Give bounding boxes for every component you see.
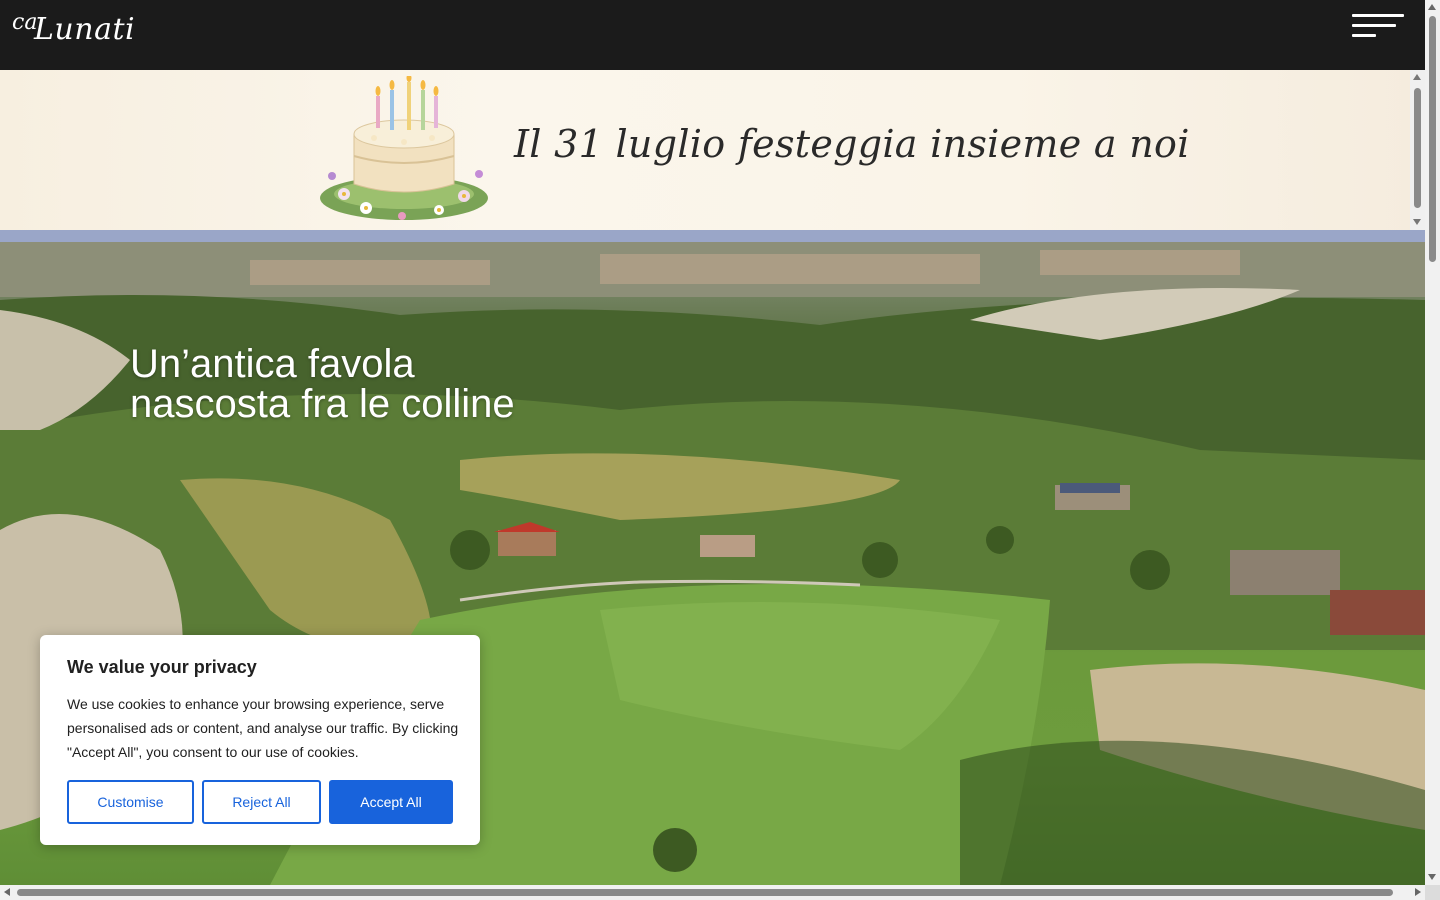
scroll-left-arrow-icon[interactable]	[4, 888, 10, 896]
logo-name: Lunati	[34, 12, 136, 47]
customise-button[interactable]: Customise	[67, 780, 194, 824]
page-horizontal-scrollbar[interactable]	[0, 885, 1425, 900]
menu-line	[1352, 34, 1376, 37]
scroll-down-arrow-icon[interactable]	[1413, 219, 1421, 225]
reject-all-button[interactable]: Reject All	[202, 780, 321, 824]
scroll-up-arrow-icon[interactable]	[1413, 74, 1421, 80]
cookie-description: We use cookies to enhance your browsing …	[67, 696, 459, 760]
menu-line	[1352, 24, 1396, 27]
event-banner[interactable]: Il 31 luglio festeggia insieme a noi	[0, 70, 1425, 230]
scroll-right-arrow-icon[interactable]	[1415, 888, 1421, 896]
banner-headline: Il 31 luglio festeggia insieme a noi	[514, 122, 1190, 166]
site-header: ca Lunati	[0, 0, 1425, 70]
horizontal-scrollbar-thumb[interactable]	[17, 889, 1393, 896]
hero-title-line: Un’antica favola	[130, 342, 415, 386]
page-vertical-scrollbar[interactable]	[1425, 0, 1440, 885]
hero-title: Un’antica favola nascosta fra le colline	[130, 344, 515, 424]
accept-all-button[interactable]: Accept All	[329, 780, 453, 824]
banner-scrollbar-thumb[interactable]	[1414, 88, 1421, 208]
scroll-up-arrow-icon[interactable]	[1428, 4, 1436, 10]
scrollbar-corner	[1425, 885, 1440, 900]
birthday-cake-illustration	[320, 76, 488, 220]
vertical-scrollbar-thumb[interactable]	[1429, 16, 1436, 262]
scroll-down-arrow-icon[interactable]	[1428, 874, 1436, 880]
hamburger-menu-icon[interactable]	[1352, 14, 1406, 40]
banner-scrollbar[interactable]	[1410, 70, 1425, 230]
cookie-consent-dialog: We value your privacy We use cookies to …	[40, 635, 480, 845]
cookie-title: We value your privacy	[67, 657, 257, 677]
menu-line	[1352, 14, 1404, 17]
hero-title-line: nascosta fra le colline	[130, 382, 515, 426]
